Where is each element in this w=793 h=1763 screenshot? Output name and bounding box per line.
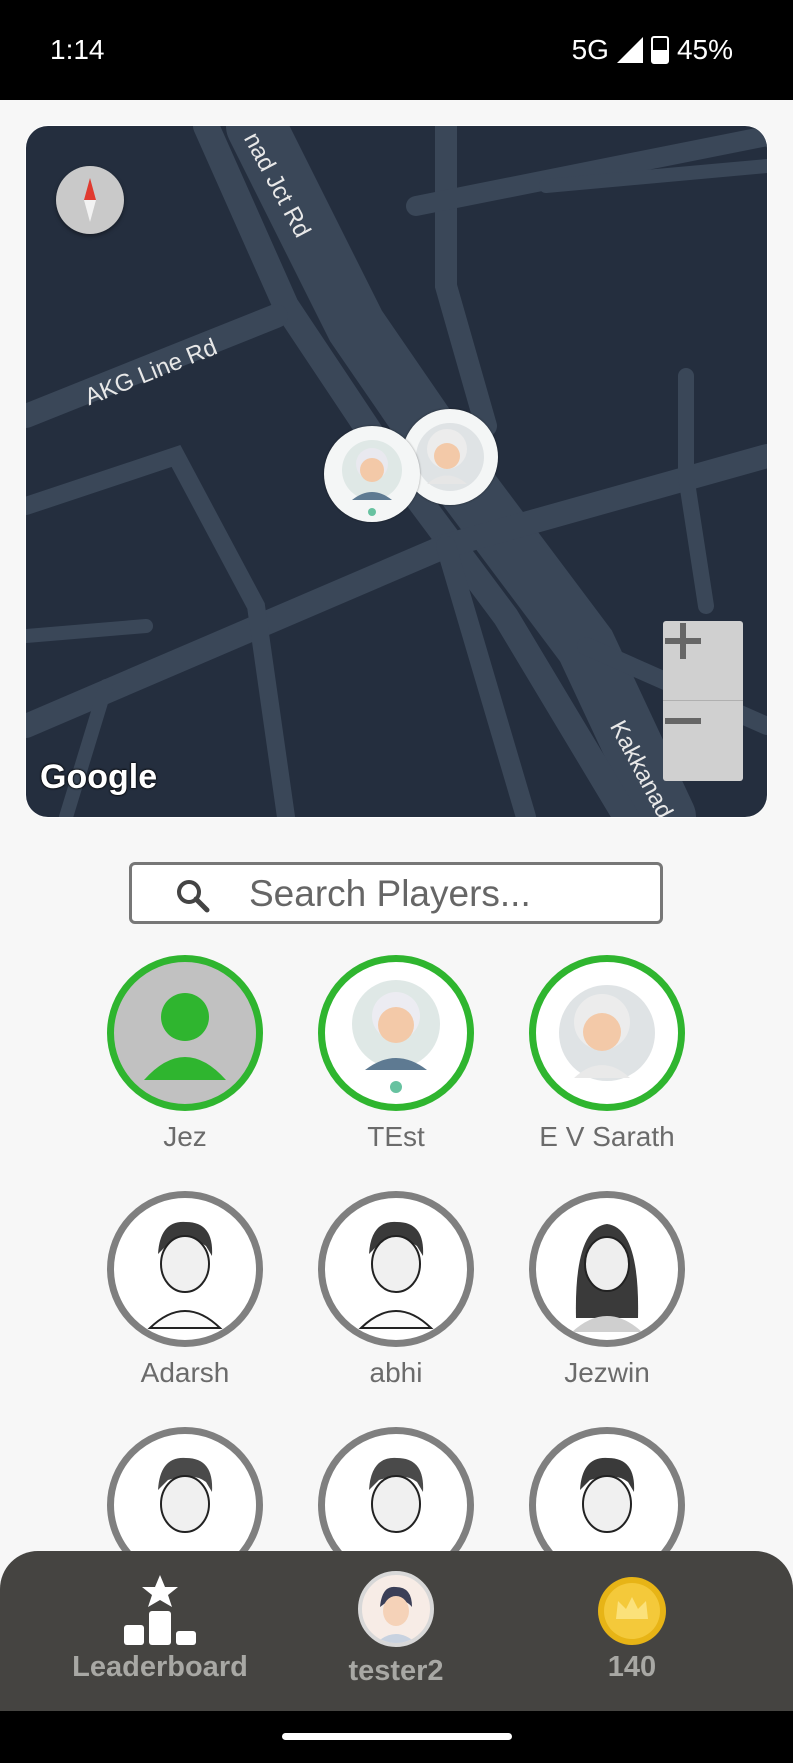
player-card[interactable]: abhi [290, 1191, 502, 1389]
player-avatar[interactable] [318, 1191, 474, 1347]
network-type: 5G [571, 34, 609, 65]
leaderboard-button[interactable]: Leaderboard [70, 1551, 250, 1711]
player-avatar[interactable] [529, 955, 685, 1111]
status-time: 1:14 [50, 34, 105, 65]
player-avatar[interactable] [318, 955, 474, 1111]
default-user-icon [144, 993, 226, 1080]
status-indicators: 5G 45% [572, 34, 733, 66]
zoom-controls [663, 621, 743, 781]
player-card[interactable]: Jez [79, 955, 291, 1153]
player-name: Jezwin [564, 1357, 650, 1388]
user-avatar-icon [376, 1586, 416, 1643]
battery-icon [650, 36, 669, 64]
map-card: nad Jct Rd AKG Line Rd Kakkanad Google [25, 125, 768, 818]
player-avatar[interactable] [107, 955, 263, 1111]
bottom-nav-bar: Leaderboard tester2 140 [0, 1551, 793, 1711]
minus-icon [665, 718, 701, 724]
old-woman-avatar-icon [559, 985, 655, 1081]
status-bar: 1:14 5G 45% [0, 0, 793, 100]
man-avatar-icon [147, 1221, 223, 1329]
player-avatar[interactable] [107, 1191, 263, 1347]
man-avatar-icon [358, 1221, 434, 1329]
player-card[interactable]: TEst [290, 955, 502, 1153]
player-name: abhi [369, 1357, 423, 1388]
coin-icon [598, 1577, 666, 1645]
coins-count: 140 [607, 1651, 657, 1683]
profile-button[interactable]: tester2 [316, 1551, 476, 1711]
player-search-box[interactable] [129, 862, 663, 924]
player-card[interactable]: Jezwin [501, 1191, 713, 1389]
map-view[interactable]: nad Jct Rd AKG Line Rd Kakkanad Google [26, 126, 767, 817]
woman-avatar-icon [572, 1224, 642, 1332]
home-indicator[interactable] [282, 1733, 512, 1740]
search-icon [177, 880, 210, 913]
search-input[interactable] [247, 873, 631, 915]
player-name: Jez [163, 1121, 207, 1152]
old-man-avatar-icon [342, 440, 402, 516]
plus-icon [665, 623, 701, 659]
compass-icon[interactable] [56, 166, 124, 234]
battery-percent: 45% [676, 34, 733, 65]
player-card[interactable]: Adarsh [79, 1191, 291, 1389]
profile-avatar[interactable] [358, 1571, 434, 1647]
zoom-in-button[interactable] [663, 621, 743, 700]
signal-icon [616, 37, 643, 63]
player-card[interactable]: E V Sarath [501, 955, 713, 1153]
player-name: E V Sarath [539, 1121, 675, 1152]
player-avatar[interactable] [529, 1191, 685, 1347]
profile-label: tester2 [348, 1655, 444, 1687]
map-player-marker[interactable] [324, 426, 420, 522]
coins-button[interactable]: 140 [572, 1551, 692, 1711]
player-name: Adarsh [140, 1357, 230, 1388]
old-man-avatar-icon [352, 980, 440, 1093]
google-attribution: Google [40, 758, 158, 796]
zoom-out-button[interactable] [663, 700, 743, 780]
player-name: TEst [367, 1121, 425, 1152]
leaderboard-label: Leaderboard [72, 1651, 248, 1683]
leaderboard-icon [124, 1575, 196, 1645]
